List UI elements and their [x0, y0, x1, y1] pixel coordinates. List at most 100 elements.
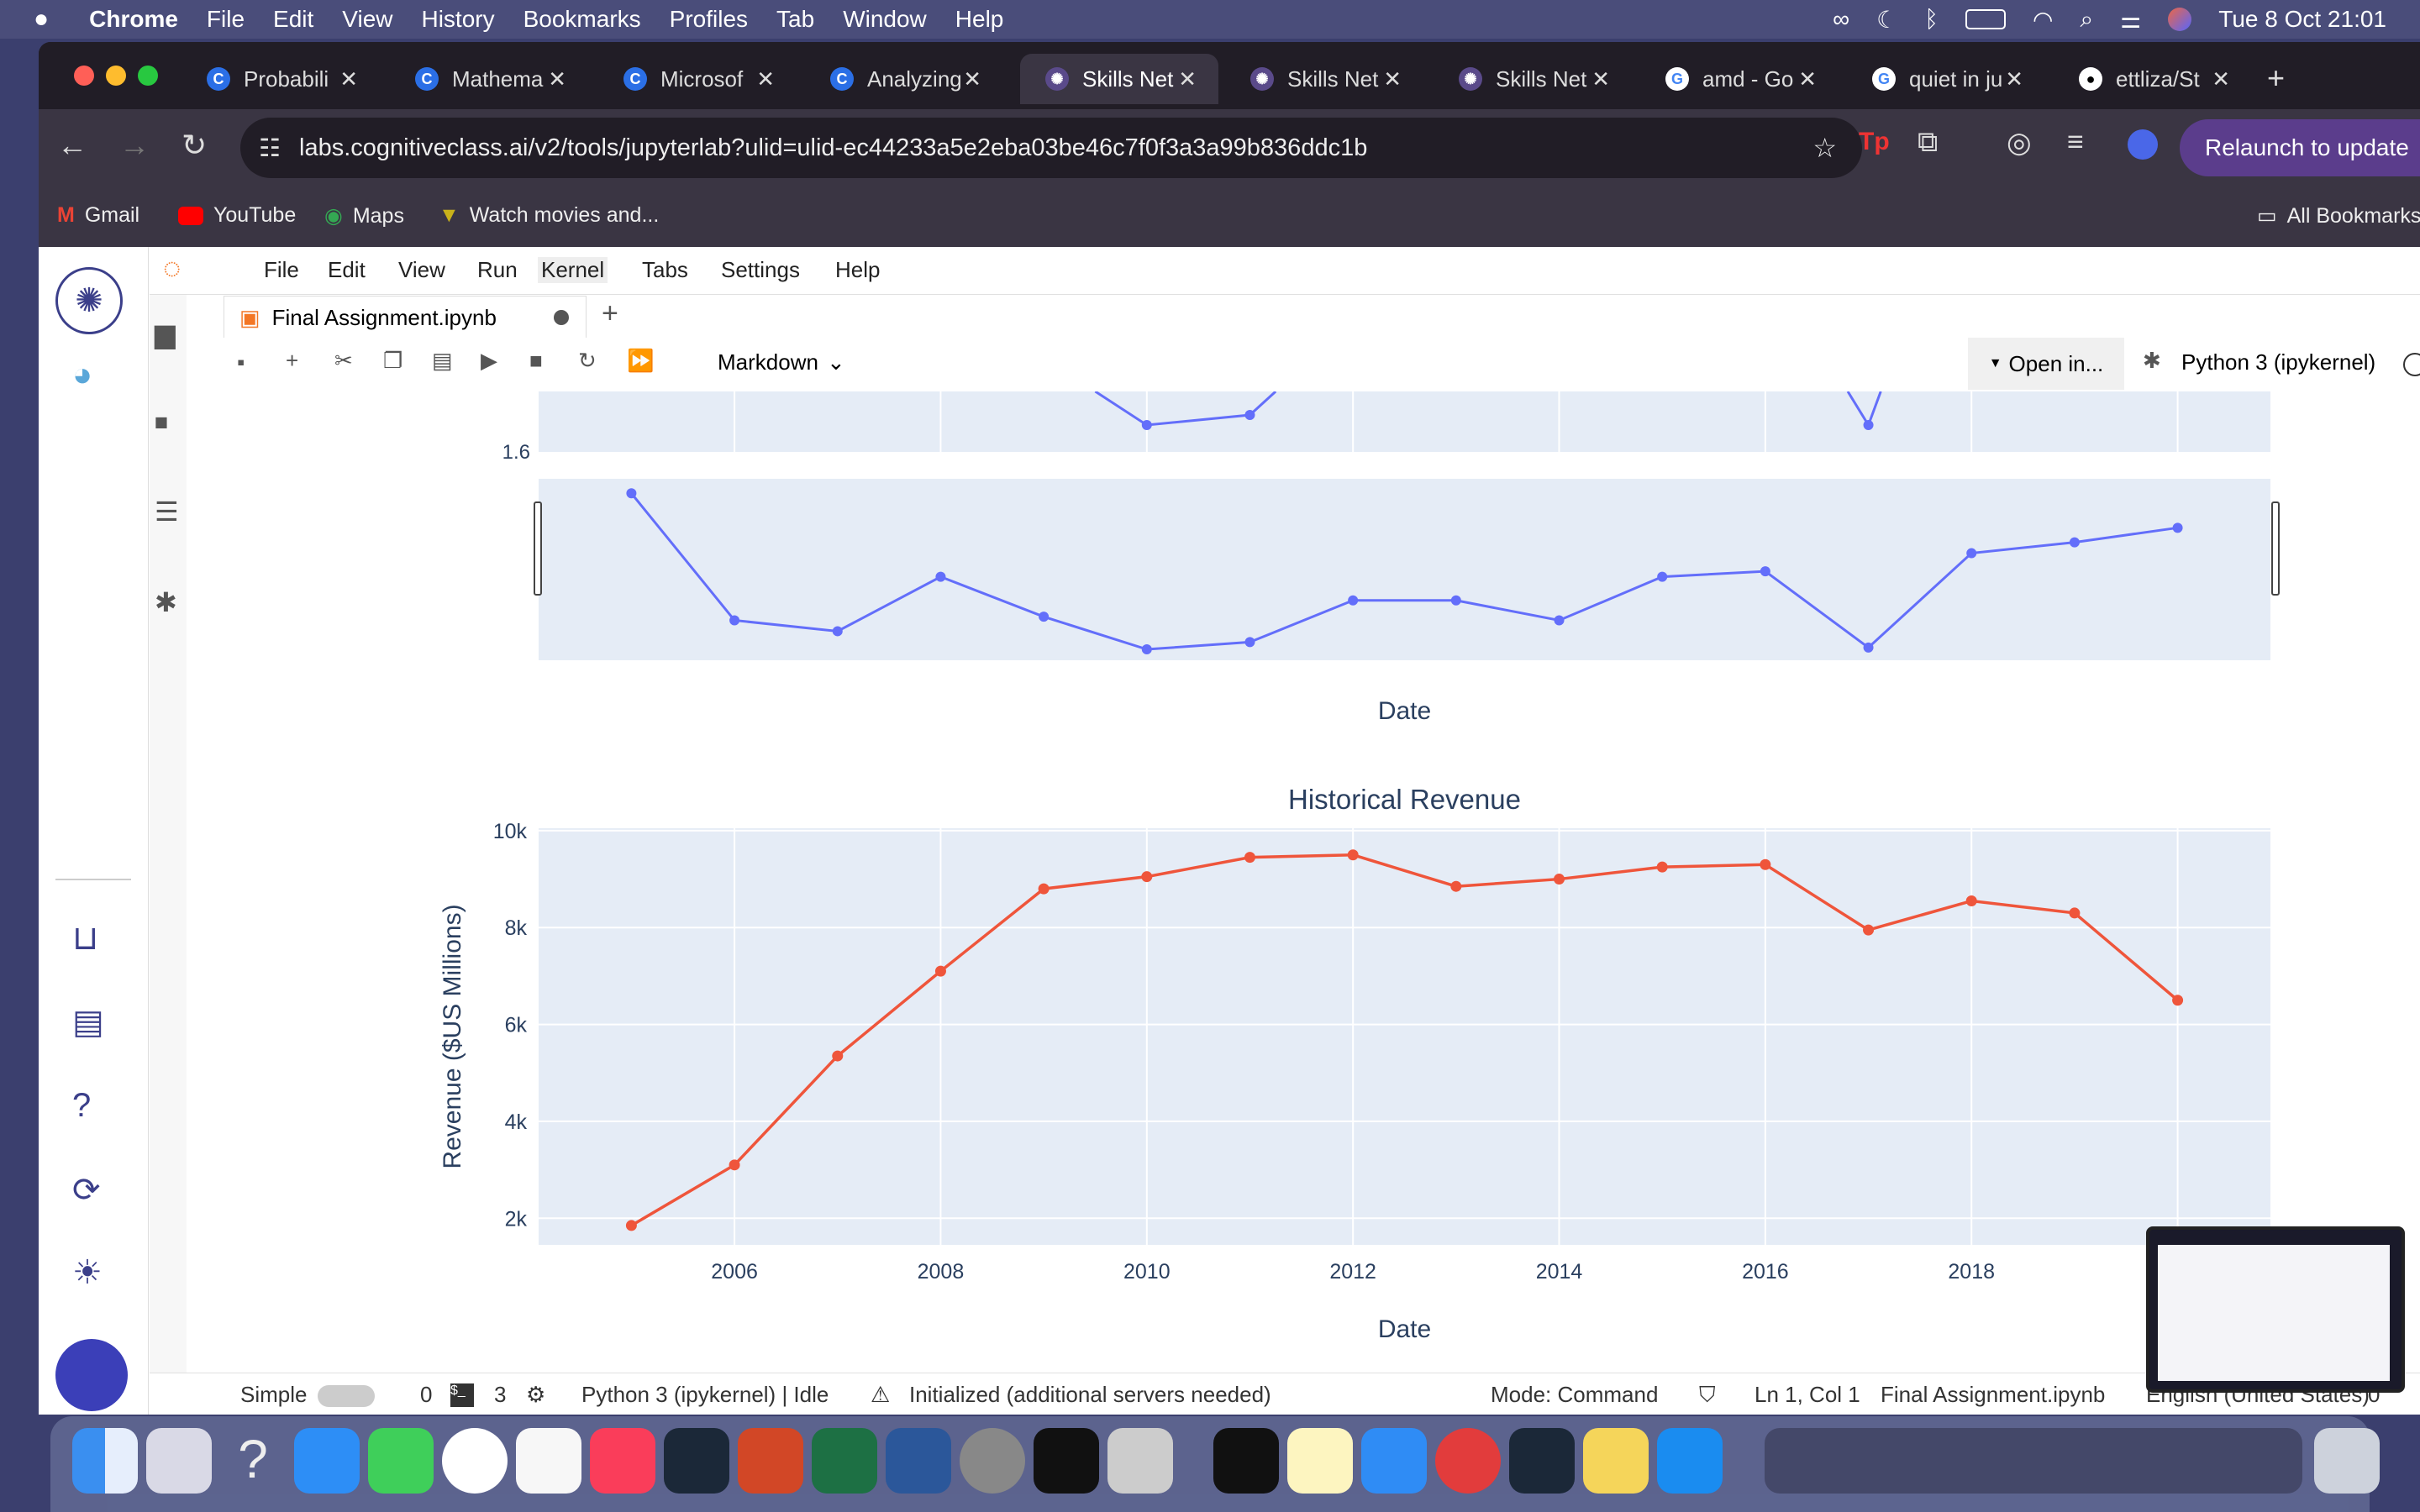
site-info-icon[interactable]: ☷	[259, 134, 281, 163]
trusted-shield-icon[interactable]: ⛉	[1699, 1382, 1716, 1409]
powerpoint-icon[interactable]	[738, 1428, 803, 1494]
safari-icon[interactable]	[294, 1428, 360, 1494]
photos-icon[interactable]	[516, 1428, 581, 1494]
app-store-icon[interactable]	[1657, 1428, 1723, 1494]
all-bookmarks-button[interactable]: ▭ All Bookmarks	[2257, 203, 2420, 228]
siri-icon[interactable]	[2168, 8, 2192, 31]
tab-close-icon[interactable]: ✕	[756, 66, 775, 92]
tab-close-icon[interactable]: ✕	[963, 66, 981, 92]
messages-icon[interactable]	[368, 1428, 434, 1494]
system-settings-icon[interactable]	[960, 1428, 1025, 1494]
relaunch-to-update-button[interactable]: Relaunch to update	[2180, 119, 2420, 176]
bluetooth-icon[interactable]: ᛒ	[1924, 6, 1939, 33]
notebook-tab[interactable]: ▣ Final Assignment.ipynb	[224, 296, 587, 339]
browser-tab[interactable]: Gquiet in ju ✕	[1847, 54, 2045, 104]
spotlight-search-icon[interactable]: ⌕	[2080, 6, 2093, 34]
copy-icon[interactable]: ❐	[383, 348, 402, 374]
inbox-icon[interactable]: ⊔	[72, 919, 98, 958]
status-file-name[interactable]: Final Assignment.ipynb	[1881, 1382, 2105, 1408]
menu-app-name[interactable]: Chrome	[89, 6, 178, 33]
jupyter-menu-settings[interactable]: Settings	[721, 257, 800, 283]
address-bar-url[interactable]: labs.cognitiveclass.ai/v2/tools/jupyterl…	[299, 134, 1367, 162]
bookmark-watch-movies[interactable]: ▼ Watch movies and...	[439, 203, 659, 228]
theme-sun-icon[interactable]: ☀	[72, 1253, 103, 1292]
terminals-count[interactable]: 0	[420, 1382, 432, 1408]
open-in-button[interactable]: ▼ Open in...	[1968, 338, 2124, 390]
menu-view[interactable]: View	[342, 6, 392, 33]
menu-help[interactable]: Help	[955, 6, 1004, 33]
running-kernels-icon[interactable]: ⏹	[155, 407, 168, 438]
trash-icon[interactable]	[2314, 1428, 2380, 1494]
forward-arrow-icon[interactable]: →	[119, 128, 150, 163]
tab-close-icon[interactable]: ✕	[1798, 66, 1817, 92]
terminal-icon[interactable]: $_	[450, 1383, 474, 1407]
unsaved-dot-icon[interactable]	[554, 310, 569, 325]
table-of-contents-icon[interactable]: ☰	[155, 496, 179, 528]
window-close-button[interactable]	[74, 66, 94, 86]
skills-network-logo-icon[interactable]: ✺	[55, 267, 123, 334]
music-icon[interactable]	[590, 1428, 655, 1494]
question-mark-icon[interactable]: ?	[220, 1428, 286, 1494]
news-icon[interactable]: ▤	[72, 1003, 104, 1042]
tab-close-icon[interactable]: ✕	[1591, 66, 1610, 92]
media-controls-icon[interactable]: ≡	[2067, 126, 2084, 159]
ai-chat-icon[interactable]: ◕	[72, 356, 92, 394]
performance-icon[interactable]: ◎	[2007, 126, 2032, 160]
steam-icon[interactable]	[664, 1428, 729, 1494]
jupyter-menu-kernel[interactable]: Kernel	[538, 257, 608, 283]
kernel-status-text[interactable]: Python 3 (ipykernel) | Idle	[581, 1382, 829, 1408]
jupyter-menu-file[interactable]: File	[264, 257, 299, 283]
pycharm-icon[interactable]	[1034, 1428, 1099, 1494]
finder-icon[interactable]	[72, 1428, 138, 1494]
word-icon[interactable]	[886, 1428, 951, 1494]
stickies-icon[interactable]	[1583, 1428, 1649, 1494]
menu-history[interactable]: History	[421, 6, 494, 33]
new-tab-button[interactable]: +	[2267, 60, 2285, 96]
tab-close-icon[interactable]: ✕	[339, 66, 358, 92]
tab-close-icon[interactable]: ✕	[548, 66, 566, 92]
help-question-icon[interactable]: ?	[72, 1087, 91, 1125]
jupyter-menu-run[interactable]: Run	[477, 257, 518, 283]
browser-tab[interactable]: C Mathema ✕	[390, 54, 588, 104]
tab-close-icon[interactable]: ✕	[1383, 66, 1402, 92]
paste-icon[interactable]: ▤	[432, 348, 453, 374]
user-avatar-icon[interactable]	[55, 1339, 128, 1411]
profile-avatar-icon[interactable]	[2128, 129, 2158, 160]
cut-icon[interactable]: ✂	[334, 348, 353, 374]
back-arrow-icon[interactable]: ←	[57, 128, 87, 163]
jupyter-menu-edit[interactable]: Edit	[328, 257, 366, 283]
wifi-icon[interactable]: ◠	[2033, 6, 2053, 34]
stop-icon[interactable]: ■	[529, 348, 543, 374]
notes-icon[interactable]	[1287, 1428, 1353, 1494]
menu-window[interactable]: Window	[843, 6, 927, 33]
folder-icon[interactable]: ▆	[155, 318, 176, 349]
browser-tab[interactable]: ✺ Skills Net ✕	[1225, 54, 1423, 104]
menu-bookmarks[interactable]: Bookmarks	[523, 6, 641, 33]
excel-icon[interactable]	[812, 1428, 877, 1494]
creative-cloud-icon[interactable]: ∞	[1833, 6, 1849, 33]
restart-icon[interactable]: ↻	[578, 348, 597, 374]
notebook-content[interactable]: 1.6 Date Historical Revenue 2006 2008 2010 201…	[224, 391, 2420, 1373]
extensions-puzzle-icon[interactable]: ⧉	[1918, 126, 1938, 159]
tp-extension-icon[interactable]: Tp	[1859, 128, 1890, 156]
browser-tab[interactable]: C Microsof ✕	[598, 54, 797, 104]
lsp-status-text[interactable]: Initialized (additional servers needed)	[909, 1382, 1271, 1408]
menu-clock[interactable]: Tue 8 Oct 21:01	[2218, 6, 2386, 33]
reload-icon[interactable]: ↻	[182, 128, 207, 163]
terminal-app-icon[interactable]	[1213, 1428, 1279, 1494]
menu-file[interactable]: File	[207, 6, 245, 33]
kernel-gear-icon[interactable]: ⚙	[526, 1382, 545, 1408]
browser-tab-active[interactable]: ✺ Skills Net ✕	[1020, 54, 1218, 104]
minimized-windows[interactable]	[1765, 1428, 2302, 1494]
focus-moon-icon[interactable]: ☾	[1876, 6, 1897, 34]
expressvpn-icon[interactable]	[1435, 1428, 1501, 1494]
cell-type-select[interactable]: Markdown ⌄	[718, 349, 845, 375]
jupyter-menu-view[interactable]: View	[398, 257, 445, 283]
new-launcher-button[interactable]: +	[602, 297, 618, 330]
browser-tab[interactable]: C Probabili ✕	[182, 54, 380, 104]
browser-tab[interactable]: C Analyzing ✕	[805, 54, 1003, 104]
notebook-mode[interactable]: Mode: Command	[1491, 1382, 1658, 1408]
menu-edit[interactable]: Edit	[273, 6, 313, 33]
bookmark-star-icon[interactable]: ☆	[1812, 132, 1837, 164]
extensions-puzzle-icon[interactable]: ✱	[155, 586, 177, 618]
